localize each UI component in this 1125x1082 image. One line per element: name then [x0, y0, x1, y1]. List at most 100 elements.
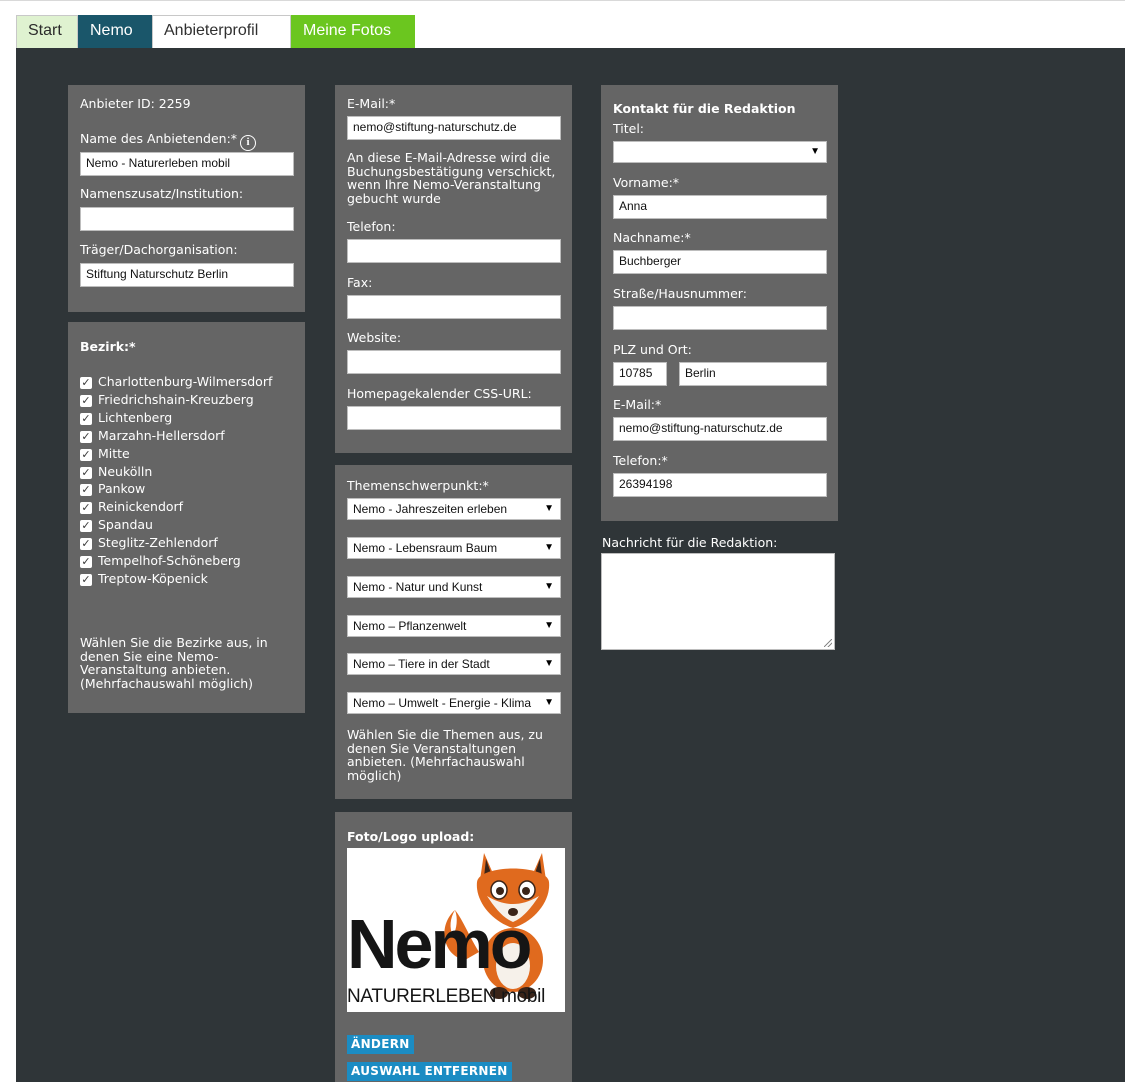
provider-id-label: Anbieter ID: 2259: [80, 96, 191, 111]
checkbox-checked-icon[interactable]: ✓: [80, 412, 92, 425]
logo-tagline-mobil: mobil: [501, 986, 546, 1007]
tab-start[interactable]: Start: [16, 15, 78, 48]
checkbox-checked-icon[interactable]: ✓: [80, 394, 92, 407]
resize-handle-icon[interactable]: [824, 639, 832, 647]
checkbox-checked-icon[interactable]: ✓: [80, 377, 92, 389]
district-checkbox-item[interactable]: ✓ Mitte: [80, 445, 305, 463]
checkbox-checked-icon[interactable]: ✓: [80, 484, 92, 497]
topic-select-value: Nemo - Natur und Kunst: [353, 580, 483, 594]
css-url-input[interactable]: [347, 406, 561, 430]
umbrella-org-input[interactable]: Stiftung Naturschutz Berlin: [80, 263, 294, 287]
topic-select[interactable]: Nemo - Jahreszeiten erleben ▼: [347, 498, 561, 520]
district-item-label: Tempelhof-Schöneberg: [98, 553, 241, 569]
district-checkbox-item[interactable]: ✓ Charlottenburg-Wilmersdorf: [80, 373, 305, 391]
checkbox-checked-icon[interactable]: ✓: [80, 556, 92, 569]
telefon-input[interactable]: [347, 239, 561, 263]
name-suffix-input[interactable]: [80, 207, 294, 231]
provider-name-label-row: Name des Anbietenden:* i: [80, 131, 257, 151]
checkbox-checked-icon[interactable]: ✓: [80, 573, 92, 586]
checkbox-checked-icon[interactable]: ✓: [80, 520, 92, 533]
district-item-label: Steglitz-Zehlendorf: [98, 535, 218, 551]
tab-anbieterprofil[interactable]: Anbieterprofil: [152, 15, 291, 48]
dropdown-arrow-icon: ▼: [544, 697, 554, 708]
tab-bar: Start Nemo Anbieterprofil Meine Fotos: [16, 15, 415, 48]
street-input[interactable]: [613, 306, 827, 330]
topics-label: Themenschwerpunkt:*: [347, 478, 489, 493]
change-image-button[interactable]: ÄNDERN: [347, 1035, 414, 1054]
district-checkbox-item[interactable]: ✓ Friedrichshain-Kreuzberg: [80, 391, 305, 409]
district-checkbox-item[interactable]: ✓ Reinickendorf: [80, 498, 305, 516]
district-checkbox-item[interactable]: ✓ Marzahn-Hellersdorf: [80, 427, 305, 445]
topic-select[interactable]: Nemo – Pflanzenwelt ▼: [347, 615, 561, 637]
district-checkbox-item[interactable]: ✓ Neukölln: [80, 463, 305, 481]
tab-nemo[interactable]: Nemo: [78, 15, 152, 48]
checkbox-checked-icon[interactable]: ✓: [80, 430, 92, 443]
topic-select-value: Nemo - Jahreszeiten erleben: [353, 502, 508, 516]
topic-select[interactable]: Nemo - Lebensraum Baum ▼: [347, 537, 561, 559]
firstname-input[interactable]: Anna: [613, 195, 827, 219]
telefon-label: Telefon:: [347, 219, 396, 234]
dropdown-arrow-icon: ▼: [544, 581, 554, 592]
title-label: Titel:: [613, 121, 644, 136]
email-input[interactable]: nemo@stiftung-naturschutz.de: [347, 116, 561, 140]
provider-name-label: Name des Anbietenden:*: [80, 131, 238, 146]
website-input[interactable]: [347, 350, 561, 374]
zip-city-label: PLZ und Ort:: [613, 342, 692, 357]
topic-select-value: Nemo – Pflanzenwelt: [353, 619, 467, 633]
dropdown-arrow-icon: ▼: [544, 658, 554, 669]
editorial-contact-heading: Kontakt für die Redaktion: [613, 101, 796, 116]
fax-label: Fax:: [347, 275, 373, 290]
provider-name-input[interactable]: Nemo - Naturerleben mobil: [80, 152, 294, 176]
checkbox-checked-icon[interactable]: ✓: [80, 502, 92, 515]
remove-selection-button[interactable]: AUSWAHL ENTFERNEN: [347, 1062, 512, 1081]
dropdown-arrow-icon: ▼: [544, 620, 554, 631]
dropdown-arrow-icon: ▼: [810, 146, 820, 157]
district-checkbox-item[interactable]: ✓ Pankow: [80, 480, 305, 498]
district-checkbox-item[interactable]: ✓ Lichtenberg: [80, 409, 305, 427]
title-select[interactable]: ▼: [613, 141, 827, 163]
name-suffix-label: Namenszusatz/Institution:: [80, 186, 244, 201]
nemo-logo-image: Nemo NATURERLEBEN mobil: [347, 848, 565, 1012]
website-label: Website:: [347, 330, 402, 345]
topic-select-value: Nemo - Lebensraum Baum: [353, 541, 498, 555]
editorial-phone-input[interactable]: 26394198: [613, 473, 827, 497]
district-checkbox-item[interactable]: ✓ Tempelhof-Schöneberg: [80, 552, 305, 570]
topics-panel: Themenschwerpunkt:* Nemo - Jahreszeiten …: [335, 465, 572, 799]
editorial-message-textarea[interactable]: [601, 553, 835, 650]
firstname-label: Vorname:*: [613, 175, 680, 190]
district-item-label: Friedrichshain-Kreuzberg: [98, 391, 254, 407]
district-hint: Wählen Sie die Bezirke aus, in denen Sie…: [80, 635, 268, 691]
upload-panel: Foto/Logo upload: Nemo NATURERLEBEN mobi…: [335, 812, 572, 1082]
district-checkbox-item[interactable]: ✓ Steglitz-Zehlendorf: [80, 534, 305, 552]
editorial-email-label: E-Mail:*: [613, 397, 662, 412]
info-circle-icon[interactable]: i: [240, 135, 257, 151]
checkbox-checked-icon[interactable]: ✓: [80, 538, 92, 551]
district-item-label: Neukölln: [98, 463, 153, 479]
tab-meine-fotos[interactable]: Meine Fotos: [291, 15, 415, 48]
topics-hint: Wählen Sie die Themen aus, zu denen Sie …: [347, 727, 543, 783]
editorial-message-label: Nachricht für die Redaktion:: [602, 535, 778, 550]
editorial-contact-panel: Kontakt für die Redaktion Titel: ▼ Vorna…: [601, 85, 838, 521]
district-item-label: Charlottenburg-Wilmersdorf: [98, 374, 273, 389]
topic-select[interactable]: Nemo – Umwelt - Energie - Klima ▼: [347, 692, 561, 714]
lastname-input[interactable]: Buchberger: [613, 250, 827, 274]
email-label: E-Mail:*: [347, 96, 396, 111]
district-item-label: Reinickendorf: [98, 499, 184, 515]
district-item-label: Marzahn-Hellersdorf: [98, 427, 225, 443]
fax-input[interactable]: [347, 295, 561, 319]
district-checkbox-item[interactable]: ✓ Treptow-Köpenick: [80, 570, 305, 588]
district-item-label: Pankow: [98, 481, 146, 497]
editorial-email-input[interactable]: nemo@stiftung-naturschutz.de: [613, 417, 827, 441]
dropdown-arrow-icon: ▼: [544, 503, 554, 514]
checkbox-checked-icon[interactable]: ✓: [80, 466, 92, 479]
zip-input[interactable]: 10785: [613, 362, 667, 386]
editorial-phone-label: Telefon:*: [613, 453, 668, 468]
topic-select[interactable]: Nemo – Tiere in der Stadt ▼: [347, 653, 561, 675]
dropdown-arrow-icon: ▼: [544, 542, 554, 553]
email-hint: An diese E-Mail-Adresse wird die Buchung…: [347, 150, 556, 206]
district-checkbox-item[interactable]: ✓ Spandau: [80, 516, 305, 534]
city-input[interactable]: Berlin: [679, 362, 827, 386]
checkbox-checked-icon[interactable]: ✓: [80, 448, 92, 461]
topic-select[interactable]: Nemo - Natur und Kunst ▼: [347, 576, 561, 598]
district-item-label: Lichtenberg: [98, 409, 173, 425]
